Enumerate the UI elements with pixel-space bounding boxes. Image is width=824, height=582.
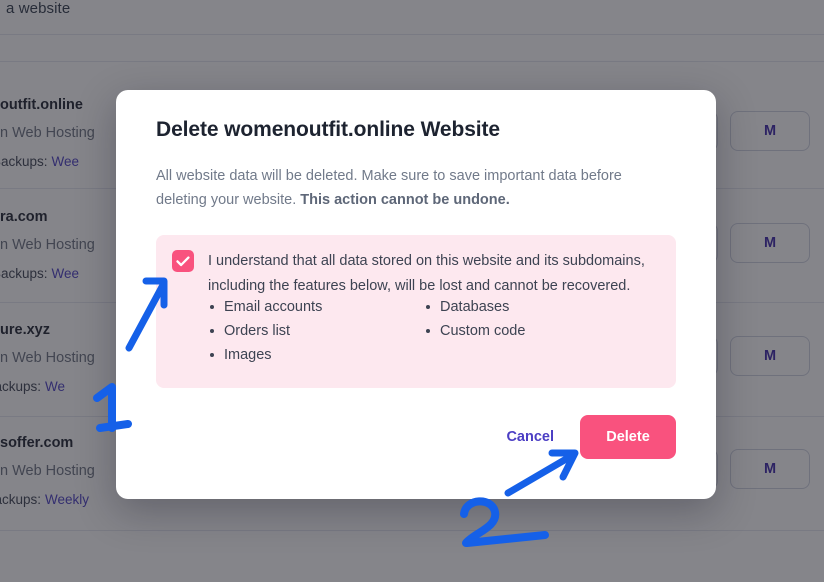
dialog-title: Delete womenoutfit.online Website bbox=[156, 118, 501, 141]
list-item: Orders list bbox=[208, 319, 424, 343]
delete-button[interactable]: Delete bbox=[580, 415, 676, 459]
consent-checkbox[interactable] bbox=[172, 250, 194, 272]
list-item: Databases bbox=[424, 295, 640, 319]
consent-row: I understand that all data stored on thi… bbox=[172, 249, 664, 299]
list-item: Custom code bbox=[424, 319, 640, 343]
delete-website-dialog: Delete womenoutfit.online Website All we… bbox=[116, 90, 716, 499]
description-warning: This action cannot be undone. bbox=[300, 192, 510, 208]
dialog-actions: Cancel Delete bbox=[506, 415, 676, 459]
list-item: Email accounts bbox=[208, 295, 424, 319]
screen: a website outfit.online n Web Hosting Ba… bbox=[0, 0, 824, 582]
consent-panel: I understand that all data stored on thi… bbox=[156, 235, 676, 388]
cancel-button[interactable]: Cancel bbox=[506, 429, 580, 445]
consent-label: I understand that all data stored on thi… bbox=[208, 253, 645, 294]
dialog-description: All website data will be deleted. Make s… bbox=[156, 164, 656, 212]
feature-lists: Email accounts Orders list Images Databa… bbox=[208, 295, 664, 367]
list-item: Images bbox=[208, 343, 424, 367]
feature-list-left: Email accounts Orders list Images bbox=[208, 295, 424, 367]
feature-list-right: Databases Custom code bbox=[424, 295, 640, 367]
checkmark-icon bbox=[176, 255, 190, 266]
